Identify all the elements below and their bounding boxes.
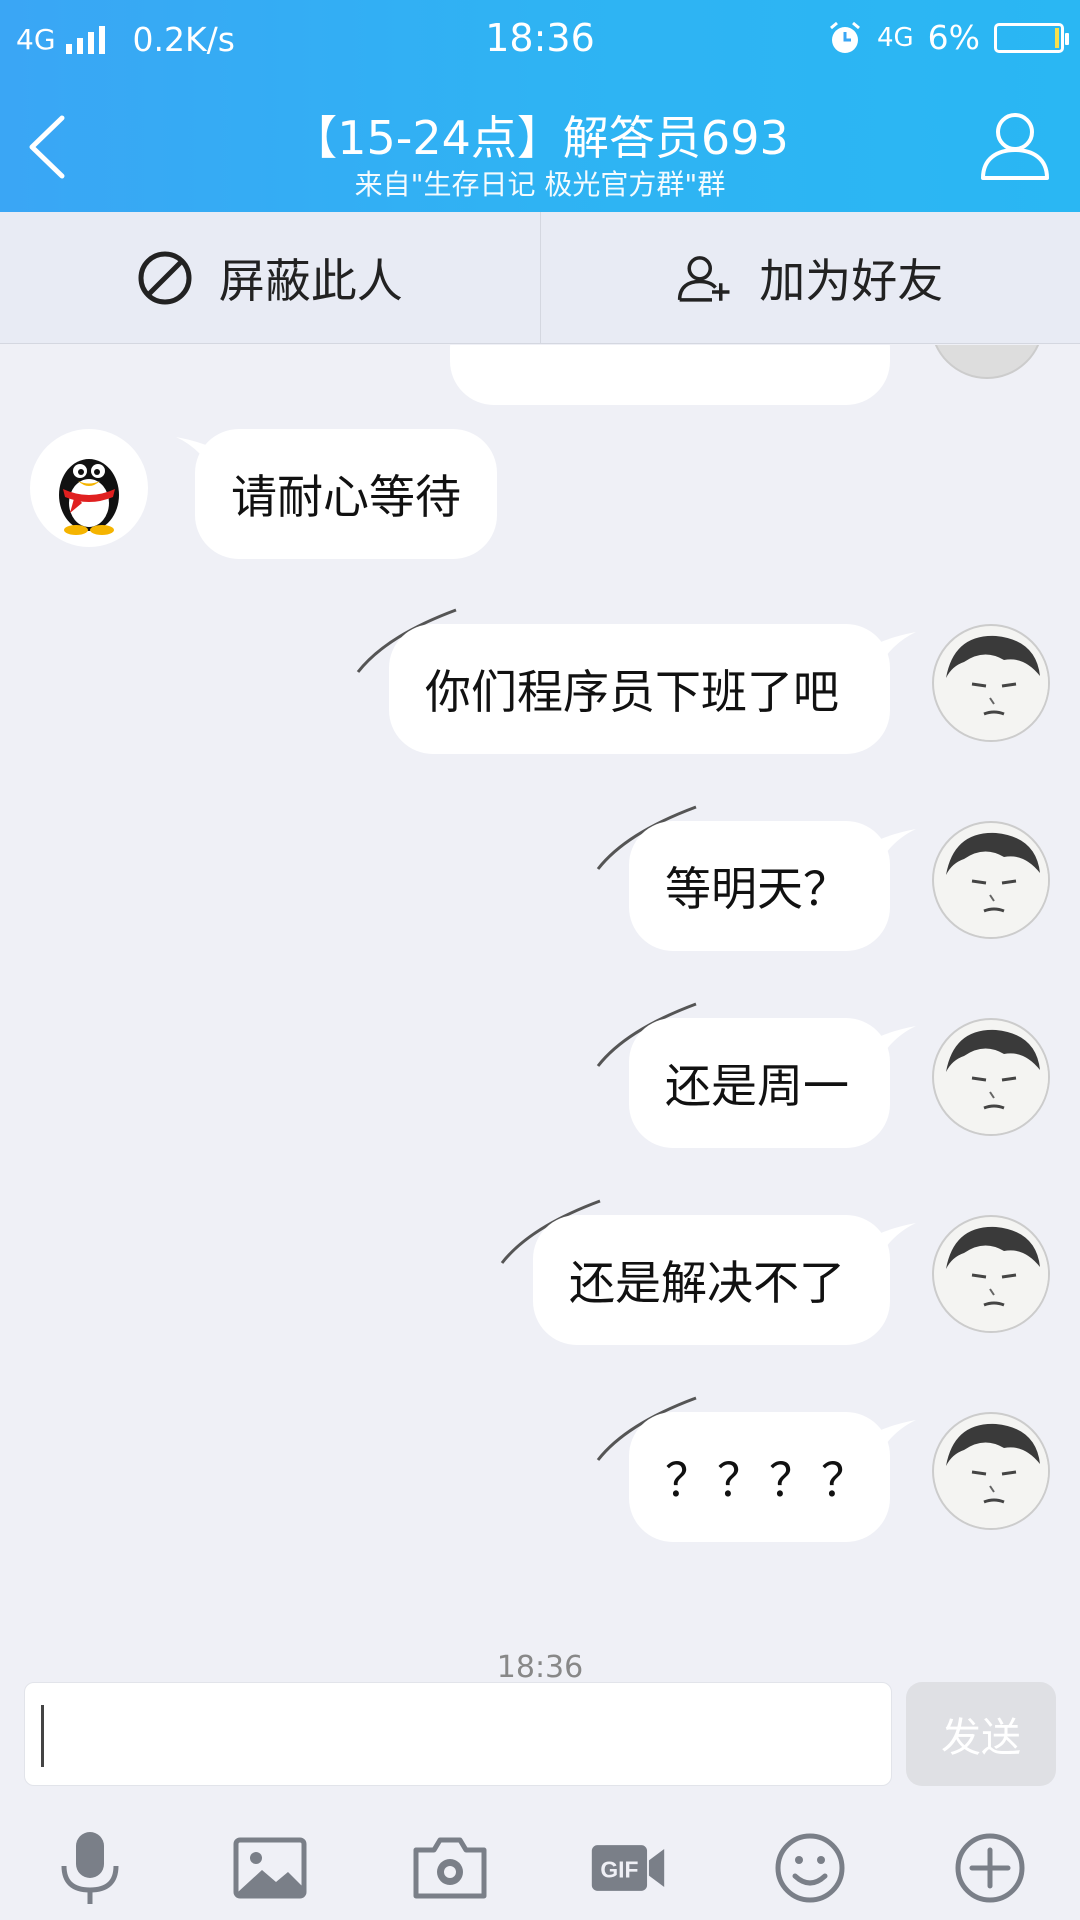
alarm-icon — [829, 21, 860, 53]
message-bubble[interactable]: 等明天？ — [629, 821, 890, 951]
add-friend-icon — [678, 255, 730, 302]
block-icon — [138, 251, 192, 304]
bubble-tail — [876, 1026, 916, 1066]
message-row: 你们程序员下班了吧 — [0, 608, 1080, 758]
input-bar: 发送 — [0, 1682, 1080, 1788]
bubble-tail — [876, 1223, 916, 1263]
svg-text:GIF: GIF — [600, 1857, 638, 1883]
stranger-action-bar: 屏蔽此人 加为好友 — [0, 212, 1080, 344]
voice-button[interactable] — [50, 1828, 130, 1908]
message-bubble[interactable]: 请耐心等待 — [195, 429, 497, 559]
block-user-button[interactable]: 屏蔽此人 — [0, 212, 541, 343]
block-user-label: 屏蔽此人 — [218, 253, 403, 308]
message-bubble[interactable]: 还是周一 — [629, 1018, 890, 1148]
more-button[interactable] — [950, 1828, 1030, 1908]
status-bar: 4G 0.2K/s 18:36 4G 6% — [0, 0, 1080, 76]
message-timestamp: 18:36 — [496, 1650, 584, 1685]
avatar[interactable] — [932, 821, 1050, 939]
send-button[interactable]: 发送 — [906, 1682, 1056, 1786]
bubble-tail — [876, 632, 916, 672]
chat-subtitle: 来自"生存日记 极光官方群"群 — [354, 168, 726, 201]
message-row: 请耐心等待 — [0, 429, 1080, 563]
plus-icon — [955, 1833, 1025, 1903]
network-type-right: 4G — [876, 22, 914, 53]
status-right: 4G 6% — [827, 18, 1069, 57]
meme-face-icon — [936, 1219, 1048, 1331]
penguin-icon — [59, 459, 119, 535]
message-row: 等明天？ — [0, 805, 1080, 955]
message-bubble[interactable]: 你们程序员下班了吧 — [389, 624, 890, 754]
battery-percent: 6% — [927, 18, 980, 57]
add-friend-button[interactable]: 加为好友 — [541, 212, 1080, 343]
avatar[interactable] — [932, 1215, 1050, 1333]
emoji-button[interactable] — [770, 1828, 850, 1908]
message-row: 还是解决不了 — [0, 1199, 1080, 1349]
avatar[interactable] — [932, 1018, 1050, 1136]
previous-avatar — [930, 345, 1044, 379]
emoji-icon — [775, 1833, 845, 1903]
message-bubble[interactable]: ？？？？ — [629, 1412, 890, 1542]
add-friend-label: 加为好友 — [759, 253, 944, 308]
avatar[interactable] — [932, 1412, 1050, 1530]
message-bubble[interactable]: 还是解决不了 — [533, 1215, 890, 1345]
message-row: 还是周一 — [0, 1002, 1080, 1152]
input-toolbar: GIF — [0, 1808, 1080, 1920]
avatar[interactable] — [30, 429, 148, 547]
bubble-tail — [876, 829, 916, 869]
profile-icon[interactable] — [978, 108, 1052, 182]
gif-button[interactable]: GIF — [588, 1828, 672, 1908]
chat-title: 【15-24点】解答员693 — [291, 111, 789, 165]
message-list[interactable]: 请耐心等待 你们程序员下班了吧 等明天？ 还是周一 还是解决不了 ？？？？ — [0, 345, 1080, 1645]
bubble-tail — [876, 1420, 916, 1460]
image-button[interactable] — [230, 1828, 310, 1908]
avatar[interactable] — [932, 624, 1050, 742]
message-input[interactable] — [24, 1682, 892, 1786]
previous-message-bubble — [450, 345, 890, 405]
image-icon — [233, 1837, 307, 1899]
camera-icon — [413, 1837, 487, 1899]
camera-button[interactable] — [410, 1828, 490, 1908]
meme-face-icon — [936, 628, 1048, 740]
microphone-icon — [61, 1832, 119, 1904]
gif-icon: GIF — [591, 1845, 665, 1891]
meme-face-icon — [936, 1416, 1048, 1528]
battery-icon — [994, 22, 1069, 53]
meme-face-icon — [936, 1022, 1048, 1134]
text-caret — [41, 1705, 44, 1767]
meme-face-icon — [936, 825, 1048, 937]
message-row: ？？？？ — [0, 1396, 1080, 1546]
title-bar: 4G 0.2K/s 18:36 4G 6% 【15-24点】解答员693 来自"… — [0, 0, 1080, 212]
